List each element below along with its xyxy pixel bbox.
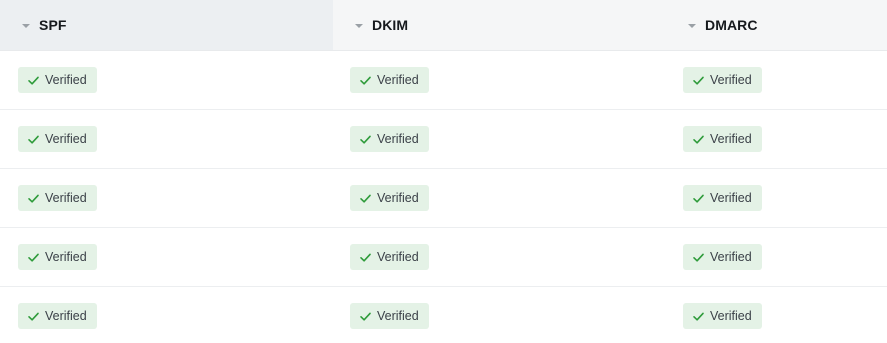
status-badge: Verified [350, 126, 429, 152]
table-cell-dkim: Verified [333, 185, 666, 211]
status-badge: Verified [18, 185, 97, 211]
table-cell-spf: Verified [0, 185, 333, 211]
status-badge-label: Verified [710, 132, 752, 146]
status-badge-label: Verified [45, 132, 87, 146]
check-icon [360, 312, 371, 321]
status-badge: Verified [350, 244, 429, 270]
status-badge: Verified [683, 67, 762, 93]
status-badge: Verified [350, 185, 429, 211]
check-icon [360, 76, 371, 85]
status-badge-label: Verified [710, 309, 752, 323]
table-cell-dmarc: Verified [666, 126, 887, 152]
table-row: Verified Verified Verified [0, 51, 887, 110]
check-icon [693, 76, 704, 85]
table-cell-dkim: Verified [333, 303, 666, 329]
table-cell-spf: Verified [0, 303, 333, 329]
column-header-dmarc[interactable]: DMARC [666, 0, 887, 50]
check-icon [28, 253, 39, 262]
status-badge-label: Verified [710, 250, 752, 264]
status-badge: Verified [18, 67, 97, 93]
dns-verification-table: SPF DKIM DMARC Verified Verified Verified V… [0, 0, 887, 343]
table-cell-dkim: Verified [333, 126, 666, 152]
check-icon [28, 76, 39, 85]
table-cell-dkim: Verified [333, 67, 666, 93]
status-badge: Verified [683, 126, 762, 152]
status-badge: Verified [350, 67, 429, 93]
status-badge: Verified [683, 185, 762, 211]
table-cell-dmarc: Verified [666, 67, 887, 93]
check-icon [360, 253, 371, 262]
status-badge-label: Verified [45, 191, 87, 205]
column-header-spf[interactable]: SPF [0, 0, 333, 50]
status-badge: Verified [683, 244, 762, 270]
check-icon [360, 194, 371, 203]
status-badge: Verified [18, 244, 97, 270]
status-badge: Verified [18, 126, 97, 152]
status-badge-label: Verified [377, 191, 419, 205]
column-header-dkim[interactable]: DKIM [333, 0, 666, 50]
check-icon [693, 135, 704, 144]
table-cell-dmarc: Verified [666, 303, 887, 329]
caret-down-icon[interactable] [22, 23, 30, 28]
table-body: Verified Verified Verified Verified Verified… [0, 51, 887, 343]
check-icon [28, 194, 39, 203]
column-header-label: DKIM [372, 17, 409, 33]
table-cell-spf: Verified [0, 244, 333, 270]
table-cell-spf: Verified [0, 126, 333, 152]
check-icon [28, 135, 39, 144]
status-badge-label: Verified [710, 73, 752, 87]
table-row: Verified Verified Verified [0, 110, 887, 169]
status-badge-label: Verified [377, 250, 419, 264]
table-row: Verified Verified Verified [0, 228, 887, 287]
status-badge-label: Verified [45, 73, 87, 87]
column-header-label: SPF [39, 17, 67, 33]
status-badge-label: Verified [45, 250, 87, 264]
table-cell-dmarc: Verified [666, 244, 887, 270]
check-icon [28, 312, 39, 321]
table-cell-dmarc: Verified [666, 185, 887, 211]
status-badge: Verified [18, 303, 97, 329]
status-badge-label: Verified [710, 191, 752, 205]
table-row: Verified Verified Verified [0, 287, 887, 343]
caret-down-icon[interactable] [688, 23, 696, 28]
status-badge-label: Verified [377, 132, 419, 146]
status-badge-label: Verified [45, 309, 87, 323]
check-icon [693, 312, 704, 321]
column-header-label: DMARC [705, 17, 758, 33]
table-cell-spf: Verified [0, 67, 333, 93]
table-header: SPF DKIM DMARC [0, 0, 887, 51]
status-badge-label: Verified [377, 73, 419, 87]
check-icon [360, 135, 371, 144]
check-icon [693, 253, 704, 262]
table-cell-dkim: Verified [333, 244, 666, 270]
status-badge: Verified [350, 303, 429, 329]
table-row: Verified Verified Verified [0, 169, 887, 228]
status-badge-label: Verified [377, 309, 419, 323]
caret-down-icon[interactable] [355, 23, 363, 28]
status-badge: Verified [683, 303, 762, 329]
check-icon [693, 194, 704, 203]
